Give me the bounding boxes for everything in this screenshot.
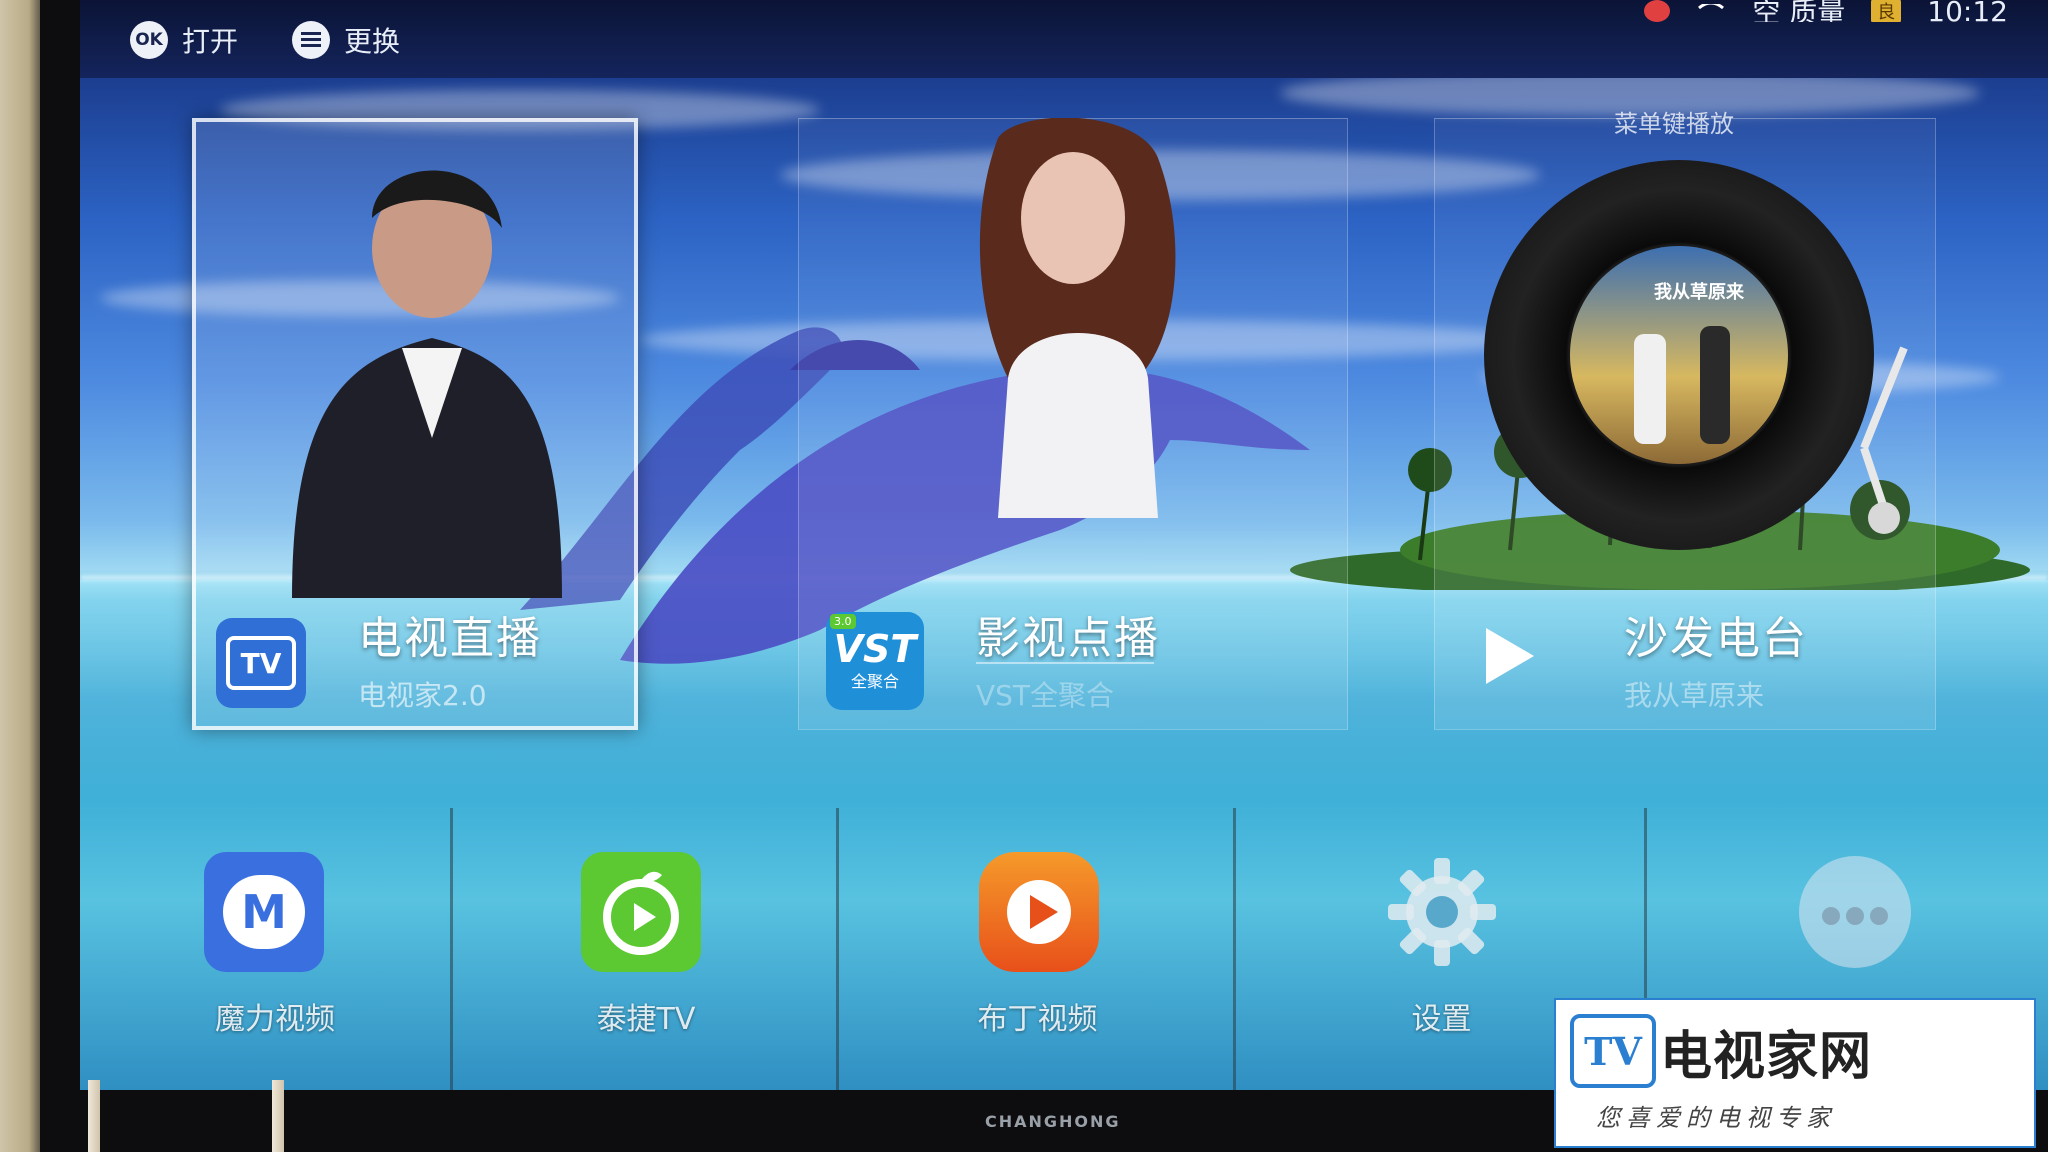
app-video-player[interactable]: 布丁视频	[836, 808, 1236, 1090]
tile-title: 电视直播	[358, 613, 542, 664]
more-icon	[1795, 852, 1915, 972]
watermark-logo: TV	[1570, 1014, 1656, 1088]
tile-subtitle: VST全聚合	[976, 679, 1115, 712]
tile-title: 影视点播	[976, 613, 1160, 664]
vinyl-record: 我从草原来	[1484, 160, 1874, 550]
tv-stand-leg	[272, 1080, 284, 1152]
play-cushion-icon	[979, 852, 1099, 972]
status-bar: OK 打开 更换 空 质量 良 10:12	[80, 0, 2048, 78]
menu-hint: 更换	[292, 20, 400, 60]
tile-tv-live[interactable]: TV 电视直播 电视家2.0	[192, 118, 638, 730]
air-quality-badge: 良	[1871, 0, 1902, 22]
tile-title: 沙发电台	[1624, 613, 1808, 664]
tv-brand-logo: CHANGHONG	[985, 1112, 1121, 1131]
vst-icon-text: VST	[833, 627, 917, 671]
status-right: 空 质量 良 10:12	[1644, 0, 2008, 22]
app-moli-video[interactable]: M 魔力视频	[80, 808, 450, 1090]
vst-version-badge: 3.0	[830, 614, 856, 629]
watermark-name: 电视家网	[1660, 1027, 1873, 1087]
album-cover: 我从草原来	[1570, 246, 1788, 464]
app-taijie-tv[interactable]: 泰捷TV	[450, 808, 839, 1090]
tv-icon: TV	[216, 618, 306, 708]
app-label: 魔力视频	[215, 1002, 335, 1037]
menu-hint-label: 更换	[344, 25, 401, 58]
watermark: TV 电视家网 您喜爱的电视专家	[1554, 998, 2036, 1148]
tonearm-icon	[1860, 346, 1908, 534]
wifi-icon	[1696, 0, 1726, 22]
moli-video-icon: M	[204, 852, 324, 972]
title-underline	[976, 662, 1154, 664]
tv-icon-glyph: TV	[226, 636, 296, 690]
menu-list-icon	[292, 21, 330, 59]
moli-video-glyph: M	[223, 875, 305, 949]
app-label: 泰捷TV	[596, 1002, 696, 1037]
ok-icon: OK	[130, 21, 168, 59]
notification-icon	[1644, 0, 1671, 22]
air-quality-label: 空 质量	[1752, 0, 1846, 22]
app-label: 布丁视频	[977, 1002, 1098, 1037]
album-figure	[1700, 326, 1730, 444]
ok-hint-label: 打开	[182, 25, 239, 58]
celebrity-image	[292, 170, 562, 598]
menu-key-play-caption: 菜单键播放	[1614, 110, 1734, 138]
tile-subtitle: 电视家2.0	[358, 679, 487, 712]
vst-icon-subtext: 全聚合	[850, 672, 899, 691]
clock: 10:12	[1927, 0, 2008, 22]
celebrity-image	[979, 118, 1176, 518]
taijie-tv-icon	[581, 852, 701, 972]
gear-icon	[1382, 852, 1502, 972]
tile-radio[interactable]: 菜单键播放 我从草原来 沙发电台 我从草原来	[1434, 110, 1936, 730]
tv-stand-leg	[88, 1080, 100, 1152]
tile-subtitle: 我从草原来	[1624, 679, 1765, 712]
play-icon	[1486, 628, 1534, 684]
album-title: 我从草原来	[1654, 282, 1744, 303]
ok-hint: OK 打开	[130, 20, 238, 60]
tile-vod[interactable]: VST 全聚合 3.0 影视点播 VST全聚合	[798, 118, 1348, 730]
album-figure	[1634, 334, 1666, 444]
watermark-slogan: 您喜爱的电视专家	[1596, 1104, 1836, 1132]
vst-icon: VST 全聚合 3.0	[826, 612, 924, 710]
